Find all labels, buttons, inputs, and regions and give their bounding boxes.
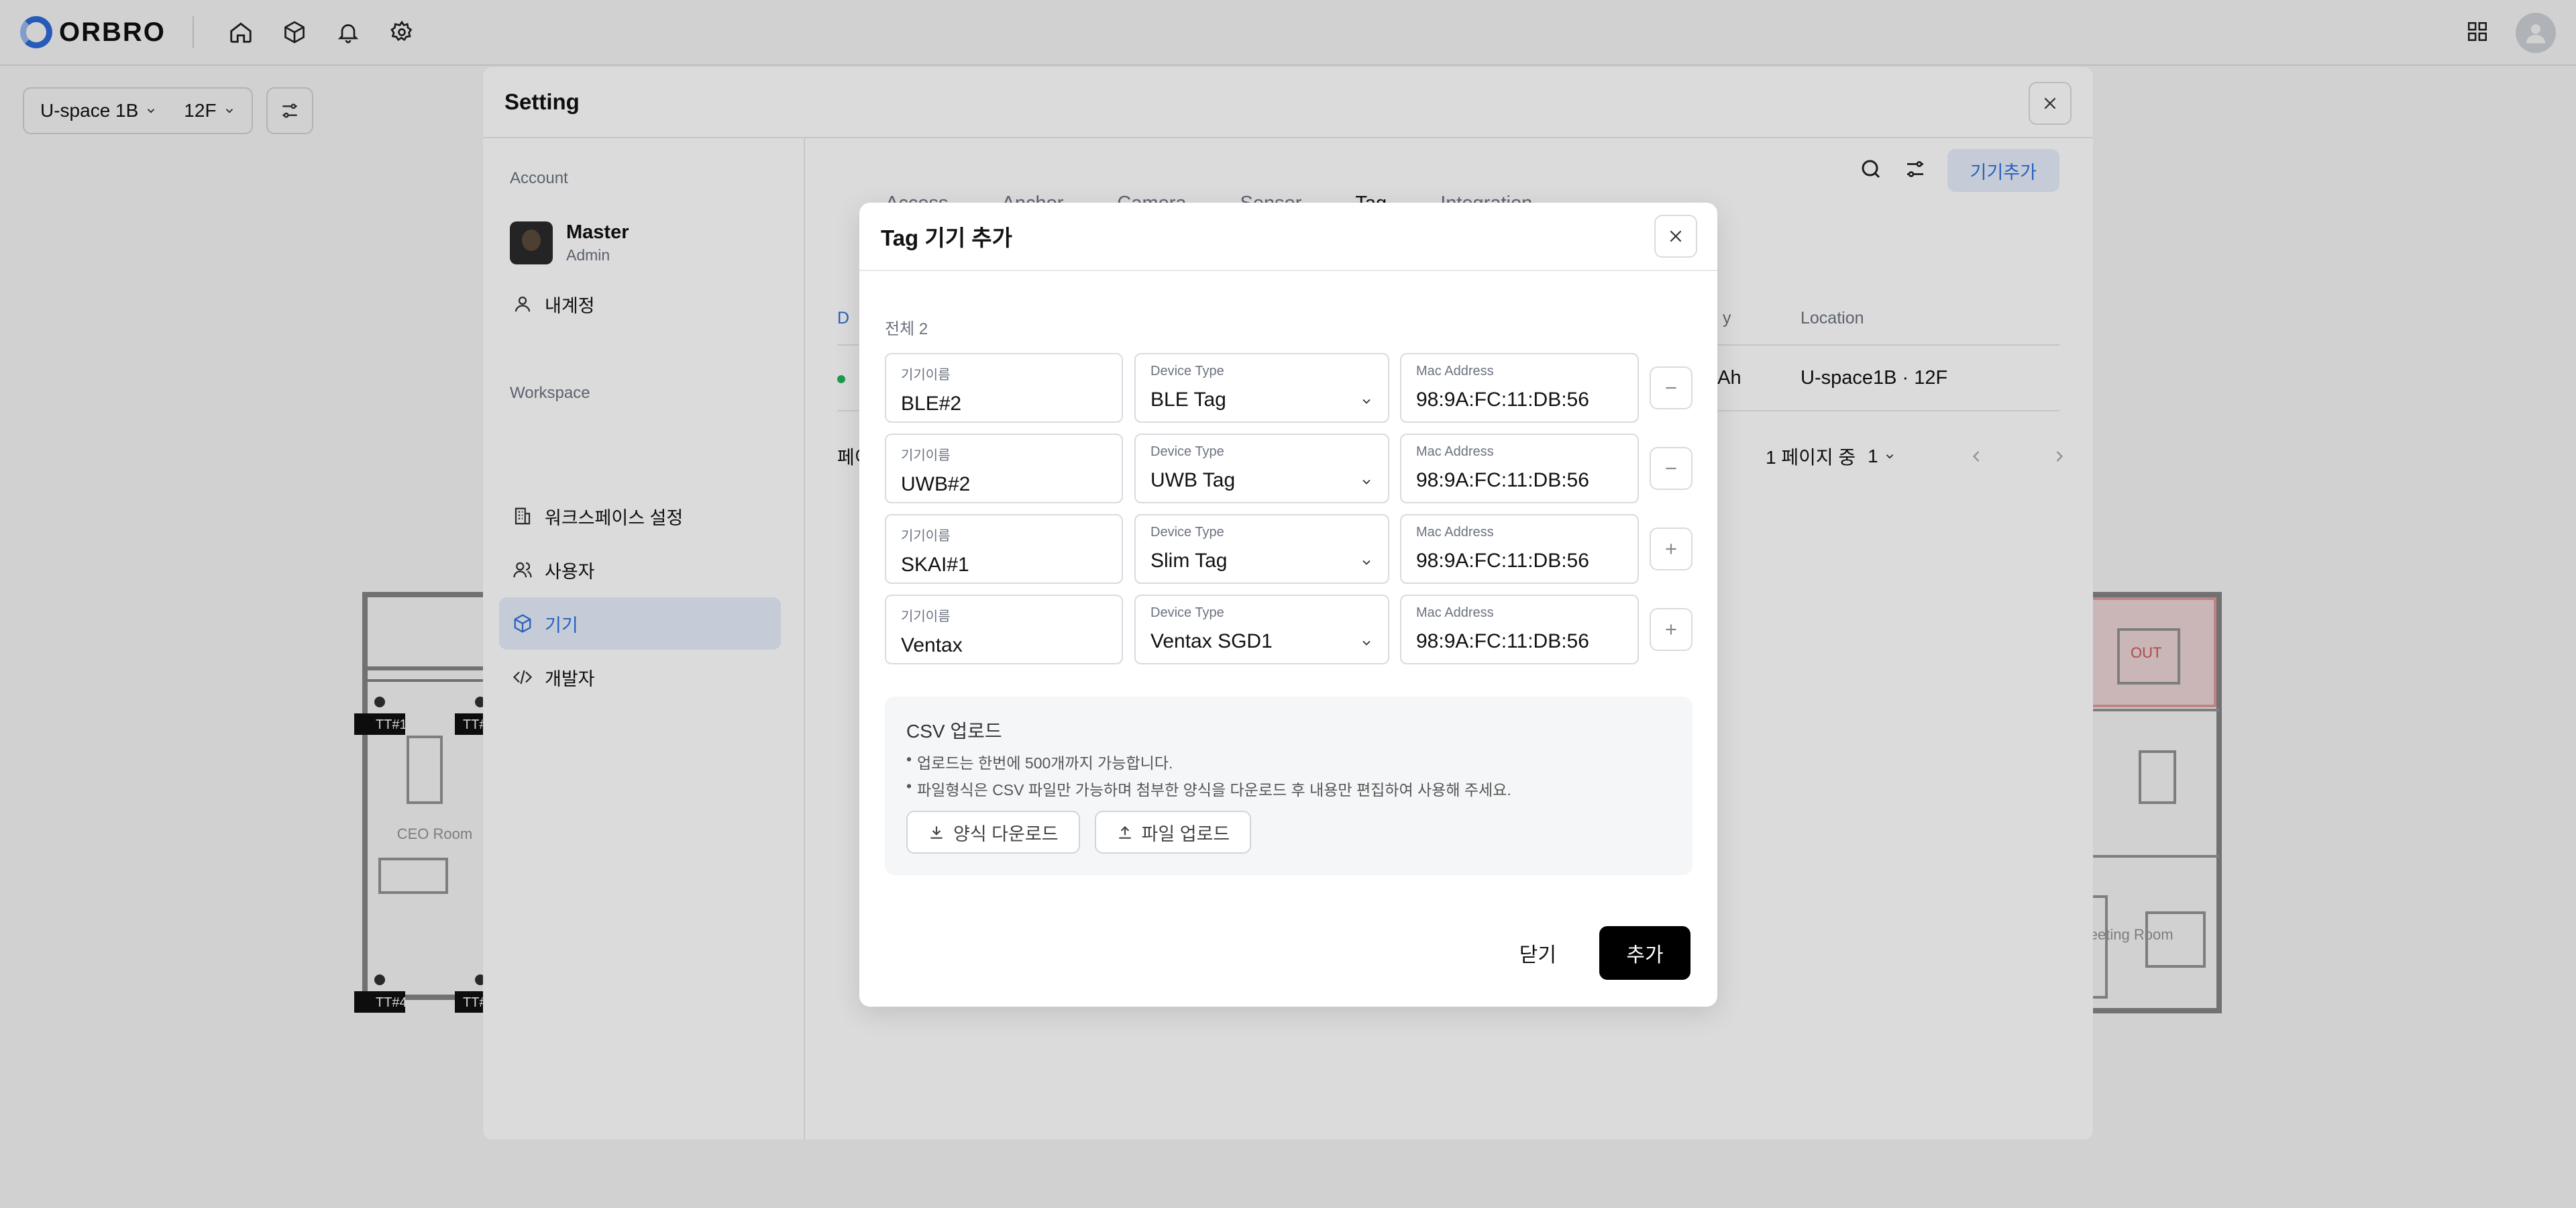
button-label: 양식 다운로드 bbox=[953, 823, 1059, 844]
field-label: Device Type bbox=[1150, 525, 1224, 540]
field-label: Device Type bbox=[1150, 364, 1224, 379]
modal-close-button[interactable] bbox=[1654, 215, 1697, 258]
device-type-select[interactable]: Device Type BLE Tag bbox=[1134, 353, 1389, 423]
upload-file-button[interactable]: 파일 업로드 bbox=[1094, 811, 1252, 854]
add-row-button[interactable] bbox=[1650, 527, 1693, 570]
field-value: Ventax bbox=[901, 634, 963, 656]
field-label: Mac Address bbox=[1416, 525, 1494, 540]
csv-upload-section: CSV 업로드 업로드는 한번에 500개까지 가능합니다. 파일형식은 CSV… bbox=[885, 697, 1693, 875]
field-label: 기기이름 bbox=[901, 529, 951, 544]
device-type-select[interactable]: Device Type Slim Tag bbox=[1134, 514, 1389, 584]
csv-buttons: 양식 다운로드 파일 업로드 bbox=[906, 811, 1252, 854]
field-value: UWB#2 bbox=[901, 473, 971, 495]
csv-note: 업로드는 한번에 500개까지 가능합니다. bbox=[906, 750, 1671, 773]
device-name-field[interactable]: 기기이름 BLE#2 bbox=[885, 353, 1123, 423]
field-label: Mac Address bbox=[1416, 444, 1494, 459]
add-row-button[interactable] bbox=[1650, 608, 1693, 651]
field-value: Ventax SGD1 bbox=[1150, 630, 1273, 652]
mac-address-field[interactable]: Mac Address 98:9A:FC:11:DB:56 bbox=[1400, 353, 1639, 423]
field-value: 98:9A:FC:11:DB:56 bbox=[1416, 630, 1589, 652]
device-row: 기기이름 BLE#2 Device Type BLE Tag Mac Addre… bbox=[885, 353, 1703, 423]
field-label: Mac Address bbox=[1416, 364, 1494, 379]
submit-add-button[interactable]: 추가 bbox=[1599, 926, 1690, 980]
device-row: 기기이름 UWB#2 Device Type UWB Tag Mac Addre… bbox=[885, 434, 1703, 503]
download-icon bbox=[930, 826, 943, 839]
device-type-select[interactable]: Device Type Ventax SGD1 bbox=[1134, 595, 1389, 664]
field-value: 98:9A:FC:11:DB:56 bbox=[1416, 469, 1589, 491]
button-label: 파일 업로드 bbox=[1141, 823, 1230, 844]
csv-note: 파일형식은 CSV 파일만 가능하며 첨부한 양식을 다운로드 후 내용만 편집… bbox=[906, 777, 1671, 800]
field-value: BLE#2 bbox=[901, 393, 962, 415]
add-tag-modal: Tag 기기 추가 전체 2 기기이름 BLE#2 Device Type BL… bbox=[859, 203, 1717, 1007]
device-row: 기기이름 Ventax Device Type Ventax SGD1 Mac … bbox=[885, 595, 1703, 664]
chevron-down-icon bbox=[1362, 479, 1371, 485]
modal-footer: 닫기 추가 bbox=[1493, 926, 1690, 980]
field-value: 98:9A:FC:11:DB:56 bbox=[1416, 550, 1589, 572]
plus-icon bbox=[1666, 544, 1676, 554]
field-value: BLE Tag bbox=[1150, 389, 1226, 411]
field-value: SKAI#1 bbox=[901, 554, 969, 576]
device-name-field[interactable]: 기기이름 Ventax bbox=[885, 595, 1123, 664]
download-template-button[interactable]: 양식 다운로드 bbox=[906, 811, 1080, 854]
minus-icon bbox=[1666, 467, 1676, 470]
field-label: Mac Address bbox=[1416, 605, 1494, 620]
field-value: 98:9A:FC:11:DB:56 bbox=[1416, 389, 1589, 411]
field-label: Device Type bbox=[1150, 444, 1224, 459]
mac-address-field[interactable]: Mac Address 98:9A:FC:11:DB:56 bbox=[1400, 595, 1639, 664]
modal-header: Tag 기기 추가 bbox=[859, 203, 1717, 271]
device-name-field[interactable]: 기기이름 SKAI#1 bbox=[885, 514, 1123, 584]
device-type-select[interactable]: Device Type UWB Tag bbox=[1134, 434, 1389, 503]
minus-icon bbox=[1666, 387, 1676, 389]
mac-address-field[interactable]: Mac Address 98:9A:FC:11:DB:56 bbox=[1400, 514, 1639, 584]
chevron-down-icon bbox=[1362, 640, 1371, 646]
remove-row-button[interactable] bbox=[1650, 366, 1693, 409]
device-name-field[interactable]: 기기이름 UWB#2 bbox=[885, 434, 1123, 503]
csv-title: CSV 업로드 bbox=[906, 721, 1002, 742]
remove-row-button[interactable] bbox=[1650, 447, 1693, 490]
field-label: 기기이름 bbox=[901, 609, 951, 624]
field-label: Device Type bbox=[1150, 605, 1224, 620]
mac-address-field[interactable]: Mac Address 98:9A:FC:11:DB:56 bbox=[1400, 434, 1639, 503]
field-value: UWB Tag bbox=[1150, 469, 1236, 491]
upload-icon bbox=[1118, 825, 1131, 839]
field-label: 기기이름 bbox=[901, 448, 951, 463]
field-label: 기기이름 bbox=[901, 368, 951, 383]
modal-title: Tag 기기 추가 bbox=[881, 225, 1012, 250]
field-value: Slim Tag bbox=[1150, 550, 1228, 572]
device-row: 기기이름 SKAI#1 Device Type Slim Tag Mac Add… bbox=[885, 514, 1703, 584]
plus-icon bbox=[1666, 624, 1676, 635]
close-button[interactable]: 닫기 bbox=[1493, 926, 1583, 980]
device-count: 전체 2 bbox=[885, 320, 928, 338]
chevron-down-icon bbox=[1362, 399, 1371, 404]
close-icon bbox=[1670, 230, 1682, 242]
chevron-down-icon bbox=[1362, 560, 1371, 565]
